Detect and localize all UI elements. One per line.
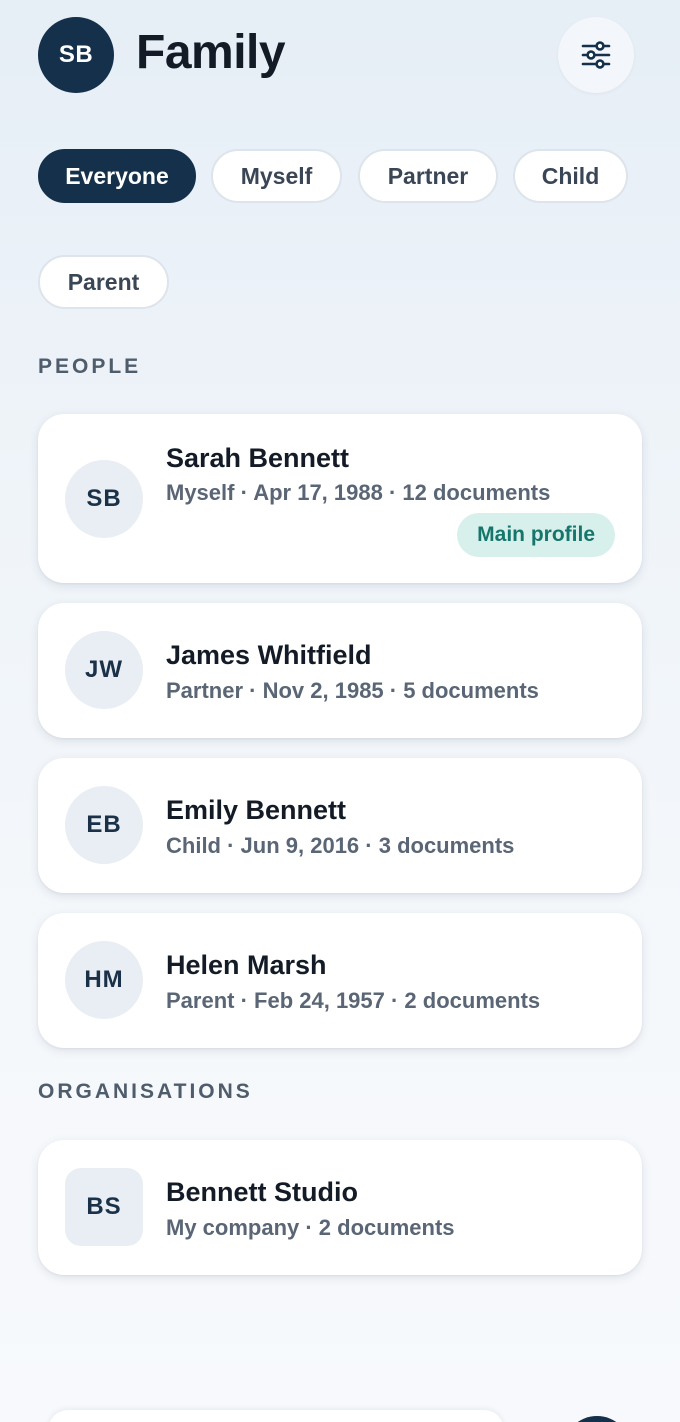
avatar: JW (65, 631, 143, 709)
filter-button[interactable] (558, 17, 634, 93)
person-meta: Partner · Nov 2, 1985 · 5 documents (166, 678, 539, 703)
page-title: Family (136, 26, 286, 79)
person-meta: Myself · Apr 17, 1988 · 12 documents (166, 480, 551, 505)
avatar: BS (65, 1168, 143, 1246)
organisation-meta: My company · 2 documents (166, 1215, 455, 1240)
filter-chip-parent[interactable]: Parent (38, 255, 169, 309)
avatar: HM (65, 941, 143, 1019)
person-name: James Whitfield (166, 640, 372, 670)
filter-chip-child[interactable]: Child (513, 149, 628, 203)
person-meta: Parent · Feb 24, 1957 · 2 documents (166, 988, 541, 1013)
header: SB Family (38, 17, 634, 93)
organisation-name: Bennett Studio (166, 1177, 358, 1207)
floating-action-button[interactable] (563, 1416, 631, 1422)
person-card-emily[interactable]: EB Emily Bennett Child · Jun 9, 2016 · 3… (38, 758, 642, 893)
bottom-navigation-bar[interactable] (48, 1410, 504, 1422)
person-name: Sarah Bennett (166, 443, 350, 473)
section-label-organisations: ORGANISATIONS (38, 1080, 253, 1103)
person-card-helen[interactable]: HM Helen Marsh Parent · Feb 24, 1957 · 2… (38, 913, 642, 1048)
person-name: Emily Bennett (166, 795, 347, 825)
filter-chip-everyone[interactable]: Everyone (38, 149, 196, 203)
avatar: EB (65, 786, 143, 864)
person-meta: Child · Jun 9, 2016 · 3 documents (166, 833, 515, 858)
avatar[interactable]: SB (38, 17, 114, 93)
filter-chip-myself[interactable]: Myself (211, 149, 342, 203)
person-card-sarah[interactable]: SB Sarah Bennett Myself · Apr 17, 1988 ·… (38, 414, 642, 583)
organisation-card-bennett-studio[interactable]: BS Bennett Studio My company · 2 documen… (38, 1140, 642, 1275)
sliders-icon (581, 41, 611, 69)
section-label-people: PEOPLE (38, 355, 142, 378)
main-profile-badge: Main profile (457, 513, 615, 557)
person-name: Helen Marsh (166, 950, 327, 980)
filter-chip-partner[interactable]: Partner (358, 149, 498, 203)
person-card-james[interactable]: JW James Whitfield Partner · Nov 2, 1985… (38, 603, 642, 738)
avatar: SB (65, 460, 143, 538)
